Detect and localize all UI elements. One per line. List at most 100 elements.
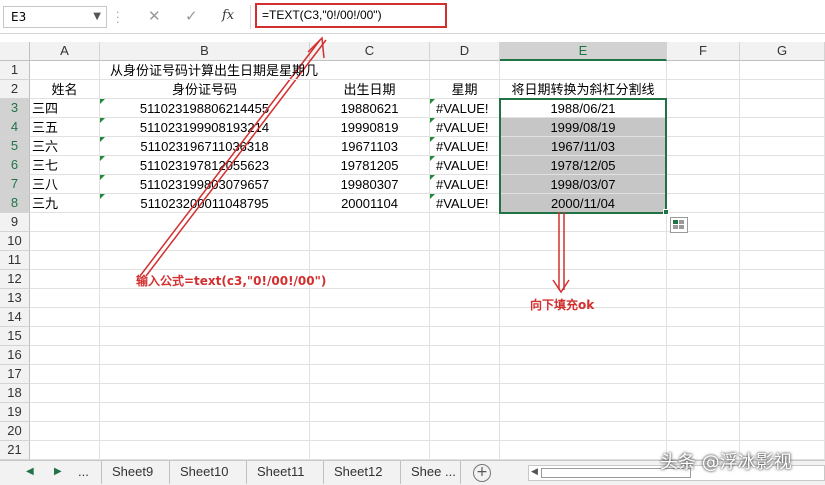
- scroll-left-icon[interactable]: ◀: [531, 467, 538, 477]
- cell-e8[interactable]: 2000/11/04: [500, 194, 667, 213]
- drag-handle-icon[interactable]: · · ·: [116, 7, 120, 28]
- chevron-down-icon[interactable]: ▼: [93, 11, 101, 22]
- cell-f13[interactable]: [667, 289, 740, 308]
- enter-check-icon[interactable]: ✓: [185, 7, 198, 25]
- cell-c7[interactable]: 19980307: [310, 175, 430, 194]
- row-header-10[interactable]: 10: [0, 232, 30, 251]
- cell-e17[interactable]: [500, 365, 667, 384]
- cell-e1[interactable]: [500, 61, 667, 80]
- cell-a5[interactable]: 三六: [30, 137, 100, 156]
- cell-d7[interactable]: #VALUE!: [430, 175, 500, 194]
- cell-f19[interactable]: [667, 403, 740, 422]
- cell-b20[interactable]: [100, 422, 310, 441]
- cell-g16[interactable]: [740, 346, 825, 365]
- cell-d11[interactable]: [430, 251, 500, 270]
- cell-a13[interactable]: [30, 289, 100, 308]
- column-header-a[interactable]: A: [30, 42, 100, 61]
- header-name[interactable]: 姓名: [30, 80, 100, 99]
- cell-c12[interactable]: [310, 270, 430, 289]
- cell-c18[interactable]: [310, 384, 430, 403]
- cell-f15[interactable]: [667, 327, 740, 346]
- cell-b6[interactable]: 511023197812055623: [100, 156, 310, 175]
- cell-f18[interactable]: [667, 384, 740, 403]
- cell-c8[interactable]: 20001104: [310, 194, 430, 213]
- quick-analysis-icon[interactable]: [670, 217, 688, 233]
- cell-e4[interactable]: 1999/08/19: [500, 118, 667, 137]
- cell-c5[interactable]: 19671103: [310, 137, 430, 156]
- row-header-17[interactable]: 17: [0, 365, 30, 384]
- cell-f6[interactable]: [667, 156, 740, 175]
- cell-a11[interactable]: [30, 251, 100, 270]
- row-header-11[interactable]: 11: [0, 251, 30, 270]
- header-birth[interactable]: 出生日期: [310, 80, 430, 99]
- cell-g14[interactable]: [740, 308, 825, 327]
- cell-b15[interactable]: [100, 327, 310, 346]
- cell-g13[interactable]: [740, 289, 825, 308]
- cell-d4[interactable]: #VALUE!: [430, 118, 500, 137]
- cell-b8[interactable]: 511023200011048795: [100, 194, 310, 213]
- cell-b14[interactable]: [100, 308, 310, 327]
- cell-d15[interactable]: [430, 327, 500, 346]
- cell-b11[interactable]: [100, 251, 310, 270]
- row-header-13[interactable]: 13: [0, 289, 30, 308]
- column-header-c[interactable]: C: [310, 42, 430, 61]
- cell-a21[interactable]: [30, 441, 100, 460]
- cell-f8[interactable]: [667, 194, 740, 213]
- cell-g10[interactable]: [740, 232, 825, 251]
- cell-f4[interactable]: [667, 118, 740, 137]
- cell-c14[interactable]: [310, 308, 430, 327]
- cell-c4[interactable]: 19990819: [310, 118, 430, 137]
- cell-b19[interactable]: [100, 403, 310, 422]
- add-sheet-icon[interactable]: +: [473, 464, 491, 482]
- row-header-8[interactable]: 8: [0, 194, 30, 213]
- cell-g5[interactable]: [740, 137, 825, 156]
- cell-f10[interactable]: [667, 232, 740, 251]
- cell-f7[interactable]: [667, 175, 740, 194]
- cell-f12[interactable]: [667, 270, 740, 289]
- row-header-15[interactable]: 15: [0, 327, 30, 346]
- cancel-icon[interactable]: ✕: [148, 7, 161, 25]
- cell-e15[interactable]: [500, 327, 667, 346]
- cell-f20[interactable]: [667, 422, 740, 441]
- cell-a1[interactable]: [30, 61, 100, 80]
- cell-c11[interactable]: [310, 251, 430, 270]
- cell-f11[interactable]: [667, 251, 740, 270]
- cell-f16[interactable]: [667, 346, 740, 365]
- column-header-f[interactable]: F: [667, 42, 740, 61]
- row-header-7[interactable]: 7: [0, 175, 30, 194]
- cell-f14[interactable]: [667, 308, 740, 327]
- fill-handle[interactable]: [663, 209, 669, 215]
- cell-d5[interactable]: #VALUE!: [430, 137, 500, 156]
- row-header-20[interactable]: 20: [0, 422, 30, 441]
- cell-d8[interactable]: #VALUE!: [430, 194, 500, 213]
- cell-e10[interactable]: [500, 232, 667, 251]
- cell-d12[interactable]: [430, 270, 500, 289]
- cell-g20[interactable]: [740, 422, 825, 441]
- cell-e19[interactable]: [500, 403, 667, 422]
- cell-b17[interactable]: [100, 365, 310, 384]
- cell-d16[interactable]: [430, 346, 500, 365]
- cell-a18[interactable]: [30, 384, 100, 403]
- cell-g8[interactable]: [740, 194, 825, 213]
- tab-scroll-left-icon[interactable]: ◀: [26, 466, 34, 477]
- row-header-19[interactable]: 19: [0, 403, 30, 422]
- cell-c10[interactable]: [310, 232, 430, 251]
- cell-e9[interactable]: [500, 213, 667, 232]
- cell-d18[interactable]: [430, 384, 500, 403]
- cell-f2[interactable]: [667, 80, 740, 99]
- cell-e20[interactable]: [500, 422, 667, 441]
- column-header-e[interactable]: E: [500, 42, 667, 61]
- insert-function-icon[interactable]: fx: [222, 8, 234, 23]
- cell-e5[interactable]: 1967/11/03: [500, 137, 667, 156]
- row-header-16[interactable]: 16: [0, 346, 30, 365]
- cell-g1[interactable]: [740, 61, 825, 80]
- row-header-12[interactable]: 12: [0, 270, 30, 289]
- cell-g9[interactable]: [740, 213, 825, 232]
- cell-g12[interactable]: [740, 270, 825, 289]
- cell-g6[interactable]: [740, 156, 825, 175]
- cell-d1[interactable]: [430, 61, 500, 80]
- row-header-1[interactable]: 1: [0, 61, 30, 80]
- cell-d6[interactable]: #VALUE!: [430, 156, 500, 175]
- row-header-14[interactable]: 14: [0, 308, 30, 327]
- cell-d9[interactable]: [430, 213, 500, 232]
